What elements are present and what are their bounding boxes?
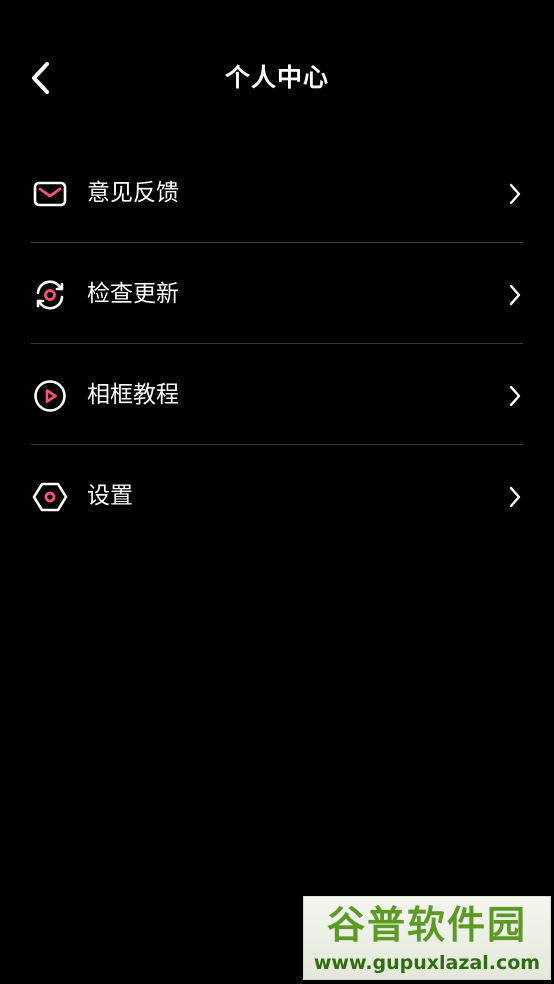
chevron-right-icon bbox=[509, 183, 521, 205]
menu-item-check-update[interactable]: 检查更新 bbox=[0, 243, 554, 344]
mail-icon bbox=[33, 181, 67, 207]
menu-item-frame-tutorial[interactable]: 相框教程 bbox=[0, 344, 554, 445]
menu-item-label: 相框教程 bbox=[87, 382, 179, 408]
menu-item-feedback[interactable]: 意见反馈 bbox=[0, 142, 554, 243]
refresh-icon bbox=[36, 280, 64, 310]
watermark-title: 谷普软件园 bbox=[326, 903, 527, 947]
menu-list: 意见反馈 检查更新 相框教程 设置 bbox=[0, 142, 554, 546]
menu-item-label: 检查更新 bbox=[87, 281, 179, 307]
watermark-logo: 谷普软件园 www.gupuxlazal.com bbox=[303, 896, 551, 980]
menu-item-label: 意见反馈 bbox=[87, 180, 179, 206]
watermark-url: www.gupuxlazal.com bbox=[313, 952, 541, 974]
chevron-right-icon bbox=[509, 284, 521, 306]
header-bar: 个人中心 bbox=[0, 0, 554, 156]
chevron-right-icon bbox=[509, 486, 521, 508]
chevron-right-icon bbox=[509, 385, 521, 407]
play-circle-icon bbox=[34, 380, 66, 412]
page-title: 个人中心 bbox=[224, 63, 329, 92]
menu-item-label: 设置 bbox=[87, 483, 133, 509]
menu-item-settings[interactable]: 设置 bbox=[0, 445, 554, 546]
hexagon-settings-icon bbox=[32, 482, 68, 512]
